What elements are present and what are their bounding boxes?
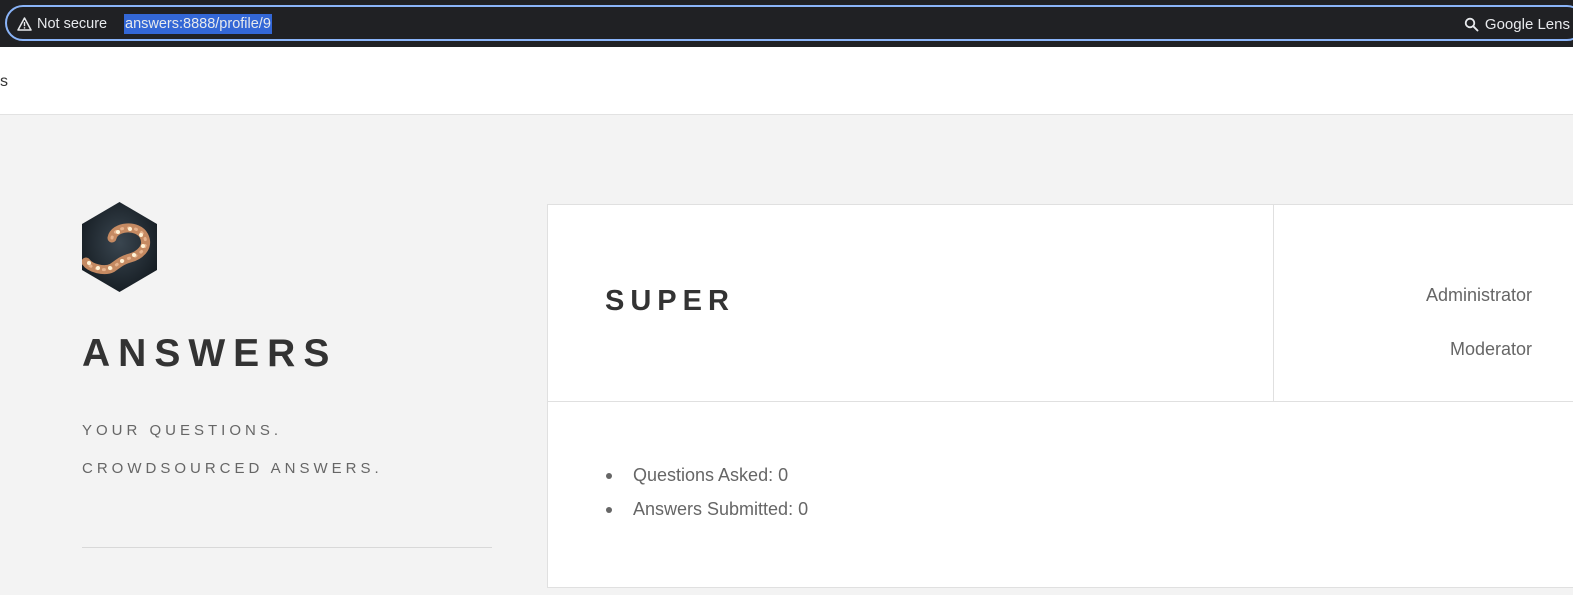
browser-toolbar: Not secure answers:8888/profile/9 Google…	[0, 0, 1573, 47]
tagline-line-1: YOUR QUESTIONS.	[82, 422, 283, 439]
tagline-line-2: CROWDSOURCED ANSWERS.	[82, 460, 383, 477]
security-label: Not secure	[37, 16, 108, 32]
bullet-icon	[606, 507, 612, 513]
google-lens-label: Google Lens	[1484, 15, 1570, 33]
nav-link-fragment[interactable]: s	[0, 73, 8, 91]
security-indicator[interactable]: Not secure	[17, 14, 107, 34]
role-badge-administrator: Administrator	[1425, 285, 1532, 305]
site-navbar: s	[0, 47, 1573, 115]
list-item: Questions Asked: 0	[605, 465, 808, 499]
google-lens-button[interactable]: Google Lens	[1464, 14, 1570, 34]
role-badge-moderator: Moderator	[1449, 339, 1532, 359]
list-item: Answers Submitted: 0	[605, 499, 808, 533]
question-mark-logo-icon	[82, 202, 157, 292]
site-title: ANSWERS	[82, 332, 338, 375]
address-bar[interactable]: Not secure answers:8888/profile/9 Google…	[5, 5, 1573, 41]
profile-card: SUPER Administrator Moderator Questions …	[547, 204, 1573, 588]
warning-icon	[17, 17, 32, 31]
stat-answers-submitted: Answers Submitted: 0	[633, 499, 809, 519]
header-column-divider	[1273, 205, 1274, 402]
profile-stats-list: Questions Asked: 0 Answers Submitted: 0	[605, 465, 808, 533]
profile-header: SUPER Administrator Moderator	[548, 205, 1573, 402]
url-text[interactable]: answers:8888/profile/9	[124, 14, 272, 34]
bullet-icon	[606, 473, 612, 479]
search-icon	[1464, 17, 1479, 31]
sidebar-divider	[82, 547, 492, 548]
site-logo[interactable]	[82, 202, 157, 292]
stat-questions-asked: Questions Asked: 0	[633, 465, 789, 485]
profile-username: SUPER	[605, 285, 735, 317]
